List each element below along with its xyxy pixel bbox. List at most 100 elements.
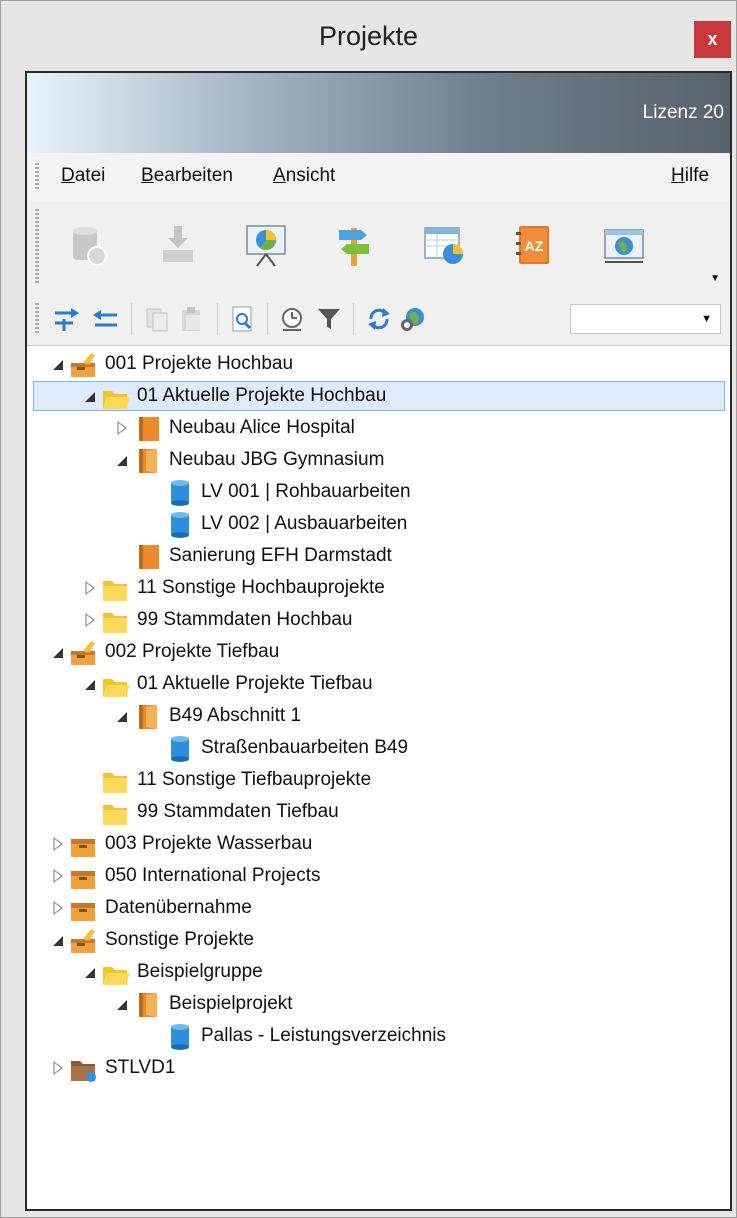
expanded-triangle-icon[interactable] (115, 452, 129, 468)
menu-bearbeiten[interactable]: Bearbeiten (141, 165, 233, 187)
filter-icon[interactable] (315, 305, 343, 333)
tree-item-label[interactable]: Datenübernahme (105, 897, 252, 919)
tree-item-label[interactable]: B49 Abschnitt 1 (169, 705, 301, 727)
window-title: Projekte (318, 21, 419, 51)
collapsed-triangle-icon[interactable] (51, 1060, 65, 1076)
tree-item-label[interactable]: LV 002 | Ausbauarbeiten (201, 513, 407, 535)
tree-row[interactable]: 002 Projekte Tiefbau (27, 637, 730, 669)
tree-row[interactable]: Sonstige Projekte (27, 925, 730, 957)
tree-item-label[interactable]: Neubau Alice Hospital (169, 417, 355, 439)
expanded-triangle-icon[interactable] (51, 644, 65, 660)
svg-text:AZ: AZ (525, 238, 544, 254)
book-closed-icon (133, 415, 163, 443)
close-button[interactable]: x (694, 21, 731, 58)
tree-item-label[interactable]: 99 Stammdaten Hochbau (137, 609, 352, 631)
tree-item-label[interactable]: 003 Projekte Wasserbau (105, 833, 312, 855)
tree-item-label[interactable]: 11 Sonstige Tiefbauprojekte (137, 769, 371, 791)
globe-link-icon[interactable] (399, 305, 427, 333)
filter-dropdown[interactable]: ▼ (570, 304, 721, 334)
tree-row[interactable]: 001 Projekte Hochbau (27, 349, 730, 381)
toolbar-grip[interactable] (35, 209, 39, 283)
database-folder-icon (69, 1055, 99, 1083)
tree-item-label[interactable]: Pallas - Leistungsverzeichnis (201, 1025, 446, 1047)
expanded-triangle-icon[interactable] (83, 964, 97, 980)
collapsed-triangle-icon[interactable] (51, 868, 65, 884)
book-open-icon (133, 991, 163, 1019)
tree-item-label[interactable]: Straßenbauarbeiten B49 (201, 737, 408, 759)
book-open-icon (133, 703, 163, 731)
indent-icon[interactable] (53, 305, 81, 333)
projekte-window: Projekte x Lizenz 20 Datei Bearbeiten An… (0, 0, 737, 1218)
tree-row[interactable]: Neubau Alice Hospital (27, 413, 730, 445)
tree-item-label[interactable]: LV 001 | Rohbauarbeiten (201, 481, 411, 503)
menubar-grip[interactable] (35, 163, 39, 191)
tree-row[interactable]: Datenübernahme (27, 893, 730, 925)
tree-item-label[interactable]: 050 International Projects (105, 865, 320, 887)
collapsed-triangle-icon[interactable] (83, 580, 97, 596)
menu-bar: Datei Bearbeiten Ansicht Hilfe (27, 153, 730, 201)
tree-row[interactable]: B49 Abschnitt 1 (27, 701, 730, 733)
tree-row[interactable]: Pallas - Leistungsverzeichnis (27, 1021, 730, 1053)
tree-row[interactable]: 99 Stammdaten Hochbau (27, 605, 730, 637)
tree-row[interactable]: LV 001 | Rohbauarbeiten (27, 477, 730, 509)
tree-row[interactable]: 99 Stammdaten Tiefbau (27, 797, 730, 829)
tree-item-label[interactable]: 001 Projekte Hochbau (105, 353, 293, 375)
tree-row[interactable]: Straßenbauarbeiten B49 (27, 733, 730, 765)
collapsed-triangle-icon[interactable] (115, 420, 129, 436)
tree-item-label[interactable]: Beispielprojekt (169, 993, 293, 1015)
presentation-chart-icon[interactable] (243, 222, 289, 268)
tree-row[interactable]: 01 Aktuelle Projekte Hochbau (27, 381, 730, 413)
expanded-triangle-icon[interactable] (115, 708, 129, 724)
address-book-az-icon[interactable]: AZ (511, 222, 557, 268)
tree-row[interactable]: STLVD1 (27, 1053, 730, 1085)
tree-item-label[interactable]: 01 Aktuelle Projekte Tiefbau (137, 673, 373, 695)
tree-item-label[interactable]: 99 Stammdaten Tiefbau (137, 801, 339, 823)
import-icon[interactable] (155, 222, 201, 268)
tree-item-label[interactable]: STLVD1 (105, 1057, 175, 1079)
tree-row[interactable]: 11 Sonstige Hochbauprojekte (27, 573, 730, 605)
tree-row[interactable]: 050 International Projects (27, 861, 730, 893)
tree-item-label[interactable]: 002 Projekte Tiefbau (105, 641, 279, 663)
tree-row[interactable]: Neubau JBG Gymnasium (27, 445, 730, 477)
tree-row[interactable]: 01 Aktuelle Projekte Tiefbau (27, 669, 730, 701)
expanded-triangle-icon[interactable] (83, 676, 97, 692)
paste-icon[interactable] (177, 305, 205, 333)
tree-row[interactable]: Beispielgruppe (27, 957, 730, 989)
toolbar-separator (353, 303, 354, 335)
title-bar[interactable]: Projekte x (1, 1, 736, 71)
copy-icon[interactable] (143, 305, 171, 333)
tree-row[interactable]: LV 002 | Ausbauarbeiten (27, 509, 730, 541)
folder-open-icon (101, 671, 131, 699)
tree-row[interactable]: Sanierung EFH Darmstadt (27, 541, 730, 573)
tree-item-label[interactable]: Beispielgruppe (137, 961, 263, 983)
expanded-triangle-icon[interactable] (83, 388, 97, 404)
expanded-triangle-icon[interactable] (51, 932, 65, 948)
tree-item-label[interactable]: Neubau JBG Gymnasium (169, 449, 384, 471)
collapsed-triangle-icon[interactable] (51, 836, 65, 852)
tree-toolbar-grip[interactable] (35, 303, 39, 335)
tree-row[interactable]: Beispielprojekt (27, 989, 730, 1021)
signpost-icon[interactable] (331, 222, 377, 268)
expanded-triangle-icon[interactable] (51, 356, 65, 372)
outdent-icon[interactable] (91, 305, 119, 333)
search-document-icon[interactable] (229, 305, 257, 333)
tree-item-label[interactable]: 01 Aktuelle Projekte Hochbau (137, 385, 386, 407)
tree-item-label[interactable]: 11 Sonstige Hochbauprojekte (137, 577, 385, 599)
tree-row[interactable]: 11 Sonstige Tiefbauprojekte (27, 765, 730, 797)
tree-row[interactable]: 003 Projekte Wasserbau (27, 829, 730, 861)
globe-window-icon[interactable] (601, 222, 647, 268)
spreadsheet-chart-icon[interactable] (421, 222, 467, 268)
project-tree[interactable]: 001 Projekte Hochbau 01 Aktuelle Projekte… (27, 346, 730, 1209)
clock-icon[interactable] (279, 305, 307, 333)
collapsed-triangle-icon[interactable] (83, 612, 97, 628)
menu-ansicht[interactable]: Ansicht (273, 165, 335, 187)
tree-item-label[interactable]: Sonstige Projekte (105, 929, 254, 951)
collapsed-triangle-icon[interactable] (51, 900, 65, 916)
tree-item-label[interactable]: Sanierung EFH Darmstadt (169, 545, 392, 567)
expanded-triangle-icon[interactable] (115, 996, 129, 1012)
refresh-icon[interactable] (365, 305, 393, 333)
database-icon[interactable] (65, 222, 111, 268)
toolbar-overflow-icon[interactable]: ▼ (710, 273, 720, 284)
menu-hilfe[interactable]: Hilfe (671, 165, 709, 187)
menu-datei[interactable]: Datei (61, 165, 105, 187)
